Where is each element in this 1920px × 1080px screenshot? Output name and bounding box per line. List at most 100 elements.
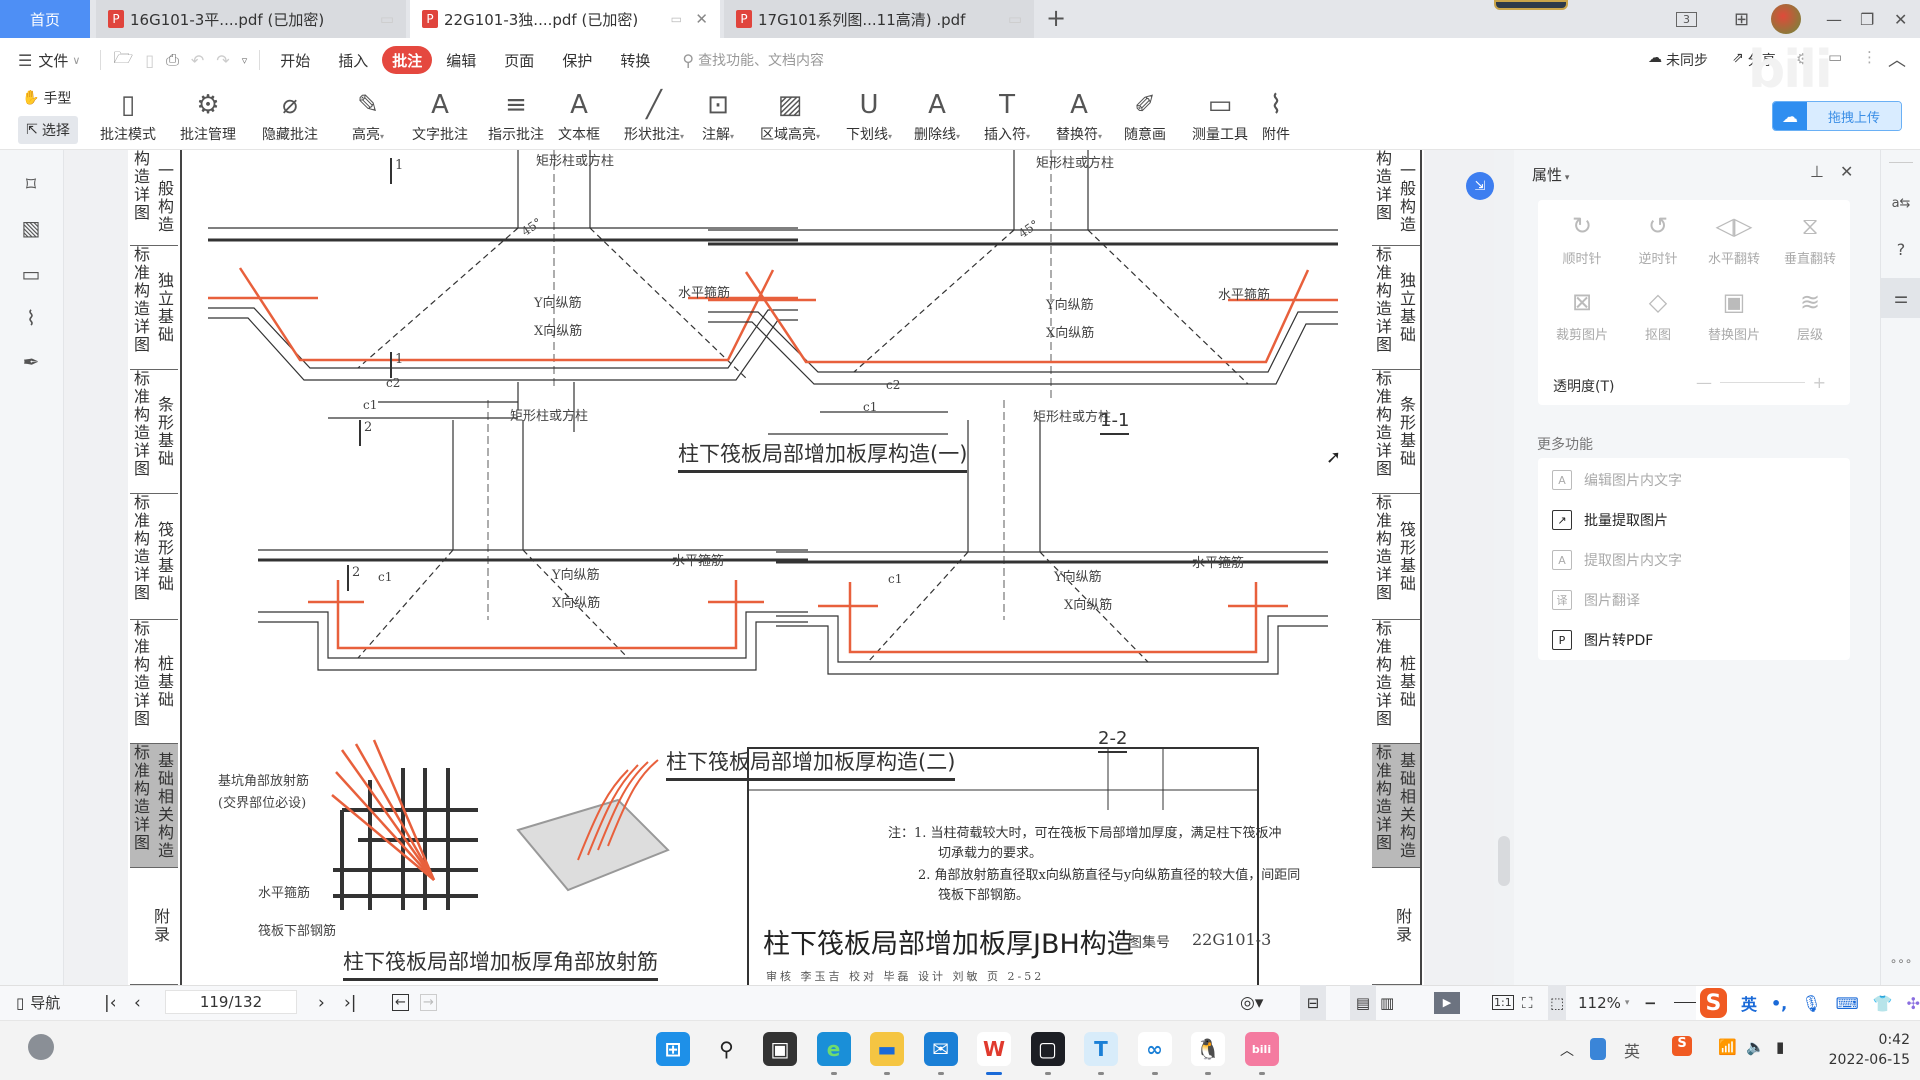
image-tool-replace-image[interactable]: ▣ 替换图片 (1696, 288, 1772, 343)
attachment-icon[interactable]: ⌇ (18, 306, 44, 332)
translate-icon[interactable]: a⇆ (1889, 196, 1913, 220)
show-hidden-icons[interactable]: ︿ (1560, 1040, 1574, 1060)
section-tab-right[interactable]: 构造详图一般构造 (1372, 150, 1420, 246)
tool-highlight[interactable]: ✎ 高亮▾ (352, 86, 384, 144)
document-scrollbar[interactable] (1494, 150, 1514, 985)
slider-track[interactable] (1720, 381, 1805, 383)
pin-icon[interactable]: ▭ (1008, 10, 1022, 28)
prev-page-button[interactable]: ‹ (134, 985, 141, 1020)
hamburger-icon[interactable]: ☰ (18, 51, 32, 70)
page-number-input[interactable]: 119/132 (165, 990, 297, 1014)
close-tab-icon[interactable]: ✕ (695, 10, 708, 28)
close-window-button[interactable]: ✕ (1894, 0, 1907, 38)
toolbox-icon[interactable]: ✣ (1907, 994, 1920, 1013)
section-tab-left[interactable]: 附录 (130, 868, 178, 985)
more-feature-item[interactable]: A 提取图片内文字 (1552, 550, 1682, 570)
select-tool[interactable]: ⇱ 选择 (18, 116, 78, 144)
tool-ruler[interactable]: ▭ 测量工具 (1192, 86, 1248, 144)
restore-button[interactable]: ❐ (1860, 0, 1874, 38)
taskbar-start-icon[interactable]: ⊞ (656, 1032, 690, 1066)
tool-textbox[interactable]: A 文本框 (558, 86, 600, 144)
section-tab-right[interactable]: 标准构造详图桩基础 (1372, 620, 1420, 744)
save-icon[interactable]: ▯ (139, 51, 160, 70)
tool-paperclip[interactable]: ⌇ 附件 (1262, 86, 1290, 144)
menu-start[interactable]: 开始 (266, 46, 324, 74)
menu-protect[interactable]: 保护 (548, 46, 606, 74)
collapse-ribbon-icon[interactable]: ︿ (1888, 46, 1906, 72)
taskbar-typora-icon[interactable]: T (1084, 1032, 1118, 1066)
section-tab-right[interactable]: 标准构造详图基础相关构造 (1372, 744, 1420, 868)
zoom-dropdown[interactable]: 112% ▾ (1578, 985, 1629, 1020)
section-tab-left[interactable]: 标准构造详图基础相关构造 (130, 744, 178, 868)
taskbar-mail-icon[interactable]: ✉ (923, 1032, 958, 1066)
plus-icon[interactable]: + (1813, 373, 1826, 392)
help-icon[interactable]: ? (1889, 240, 1913, 264)
weather-widget-icon[interactable] (28, 1034, 54, 1060)
single-page-icon[interactable]: ▤ (1350, 985, 1376, 1020)
properties-title[interactable]: 属性 ▾ (1532, 164, 1569, 185)
pin-panel-icon[interactable]: ⊥ (1810, 162, 1824, 181)
tool-insert-caret[interactable]: T 插入符▾ (984, 86, 1030, 144)
user-avatar[interactable] (1771, 4, 1801, 34)
tab-home[interactable]: 首页 (0, 0, 90, 38)
volume-icon[interactable]: 🔈 (1746, 1038, 1765, 1056)
quick-access-dropdown-icon[interactable]: ▿ (236, 54, 254, 67)
back-view-button[interactable]: ← (392, 985, 409, 1020)
open-folder-icon[interactable]: 🗁 (107, 47, 139, 74)
microphone-icon[interactable]: 🎙 (1801, 994, 1821, 1013)
zoom-out-button[interactable]: − (1644, 985, 1657, 1020)
drag-upload-button[interactable]: ☁ 拖拽上传 (1772, 101, 1902, 131)
image-tool-flip-horizontal[interactable]: ◁▷ 水平翻转 (1696, 212, 1772, 267)
taskbar-wps-icon[interactable]: W (977, 1032, 1011, 1066)
more-feature-item[interactable]: A 编辑图片内文字 (1552, 470, 1682, 490)
menu-page[interactable]: 页面 (490, 46, 548, 74)
usb-icon[interactable] (1590, 1038, 1606, 1060)
menu-convert[interactable]: 转换 (606, 46, 664, 74)
tool-area-highlight[interactable]: ▨ 区域高亮▾ (760, 86, 820, 144)
image-icon[interactable]: ▧ (18, 216, 44, 242)
section-tab-right[interactable]: 附录 (1372, 868, 1420, 985)
tool-strikethrough[interactable]: A 删除线▾ (914, 86, 960, 144)
actual-size-button[interactable]: 1:1 (1492, 985, 1514, 1020)
tool-text-annotation[interactable]: A 文字批注 (412, 86, 468, 144)
punctuation-icon[interactable]: •, (1771, 994, 1787, 1013)
tab-document-16g101[interactable]: P 16G101-3平....pdf (已加密) ▭ (96, 0, 406, 38)
taskbar-bilibili-icon[interactable]: bili (1244, 1032, 1279, 1066)
taskbar-file-explorer-icon[interactable]: ▬ (870, 1032, 904, 1066)
tool-hide-annotation[interactable]: ⌀ 隐藏批注 (262, 86, 318, 144)
pin-icon[interactable]: ▭ (671, 12, 682, 26)
signature-icon[interactable]: ✒ (18, 350, 44, 376)
taskbar-video-icon[interactable]: ▢ (1030, 1032, 1065, 1066)
clock[interactable]: 0:42 2022-06-15 (1810, 1030, 1910, 1070)
undo-icon[interactable]: ↶ (185, 51, 210, 70)
tool-freehand[interactable]: ✐ 随意画 (1124, 86, 1166, 144)
tool-replace-caret[interactable]: A 替换符▾ (1056, 86, 1102, 144)
continuous-view-icon[interactable]: ⊟ (1300, 985, 1326, 1020)
close-panel-icon[interactable]: ✕ (1840, 162, 1853, 181)
navigation-toggle[interactable]: ▯ 导航 (16, 985, 60, 1020)
image-tool-flip-vertical[interactable]: ⧖ 垂直翻转 (1772, 212, 1848, 267)
section-tab-right[interactable]: 标准构造详图条形基础 (1372, 370, 1420, 494)
taskbar-task-view-icon[interactable]: ▣ (763, 1032, 797, 1066)
fit-page-icon[interactable]: ⛶ (1522, 985, 1533, 1020)
apps-grid-icon[interactable]: ⊞ (1734, 0, 1749, 38)
keyboard-icon[interactable]: ⌨ (1836, 994, 1859, 1013)
comment-icon[interactable]: ▭ (18, 262, 44, 288)
pin-icon[interactable]: ▭ (380, 10, 394, 28)
image-tool-rotate-cw[interactable]: ↻ 顺时针 (1544, 212, 1620, 267)
print-icon[interactable]: ⎙ (160, 50, 185, 70)
tab-document-17g101[interactable]: P 17G101系列图...11高清) .pdf ▭ (724, 0, 1034, 38)
image-tool-crop[interactable]: ⊠ 裁剪图片 (1544, 288, 1620, 343)
minus-icon[interactable]: — (1696, 373, 1712, 392)
minimize-button[interactable]: — (1826, 0, 1842, 38)
eye-protection-icon[interactable]: ◎▾ (1240, 985, 1263, 1020)
taskbar-qq-icon[interactable]: 🐧 (1191, 1032, 1225, 1066)
new-tab-button[interactable]: + (1046, 4, 1066, 32)
tray-ime-language[interactable]: 英 (1624, 1038, 1640, 1062)
last-page-button[interactable]: ›| (344, 985, 357, 1020)
two-page-icon[interactable]: ▥ (1380, 985, 1394, 1020)
tray-sogou-icon[interactable]: S (1672, 1036, 1692, 1056)
tool-note[interactable]: ⊡ 注解▾ (702, 86, 734, 144)
sync-status[interactable]: ☁ 未同步 (1648, 50, 1708, 70)
section-tab-right[interactable]: 标准构造详图独立基础 (1372, 246, 1420, 370)
